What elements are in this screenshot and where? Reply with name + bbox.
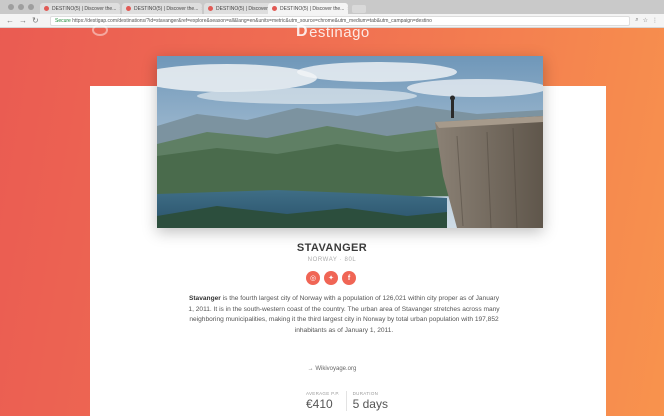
search-icon[interactable]: ⌕ [635,17,638,24]
site-logo[interactable]: D estinago [296,20,370,44]
social-share-buttons: ◎ ✦ f [306,271,356,285]
url-text: https://destigap.com/destinations/?id=st… [72,18,432,24]
menu-icon[interactable]: ⋮ [652,17,658,24]
wikivoyage-link[interactable]: → Wikivoyage.org [0,366,664,372]
close-tab-icon[interactable]: × [347,6,348,12]
destination-description: Stavanger is the fourth largest city of … [186,294,502,336]
maximize-window-icon[interactable] [28,4,34,10]
toolbar-icons: ⌕ ☆ ⋮ [635,17,658,24]
instagram-icon[interactable]: ◎ [306,271,320,285]
link-text: Wikivoyage.org [315,366,357,372]
browser-tab[interactable]: DESTINO(5) | Discover the... × [40,3,120,14]
description-city-name: Stavanger [188,295,221,302]
browser-tab-active[interactable]: DESTINO(5) | Discover the... × [268,3,348,14]
forward-icon[interactable]: → [19,16,27,25]
arrow-right-icon: → [307,366,314,372]
browser-tab[interactable]: DESTINO(5) | Discover the... × [122,3,202,14]
navigation-buttons: ← → ↻ [6,16,39,25]
facebook-icon[interactable]: f [342,271,356,285]
back-icon[interactable]: ← [6,16,14,25]
browser-tab-strip: DESTINO(5) | Discover the... × DESTINO(5… [0,0,664,14]
secure-badge: Secure [55,18,71,24]
favicon-icon [44,6,49,11]
search-icon[interactable] [92,24,108,36]
stat-label: AVERAGE P.P. [306,391,340,396]
fjord-landscape-image [157,56,543,228]
window-controls [8,4,34,10]
star-icon[interactable]: ☆ [643,17,648,24]
new-tab-button[interactable] [352,5,366,13]
close-tab-icon[interactable]: × [119,6,120,12]
minimize-window-icon[interactable] [18,4,24,10]
logo-mark: D [296,23,309,40]
destination-subtitle: NORWAY · 80L [307,257,357,263]
favicon-icon [126,6,131,11]
favicon-icon [208,6,213,11]
stat-value: 5 days [352,397,388,411]
close-window-icon[interactable] [8,4,14,10]
duration-stat: DURATION 5 days [345,391,394,411]
favicon-icon [272,6,277,11]
description-text: is the fourth largest city of Norway wit… [188,295,500,334]
trip-stats: AVERAGE P.P. €410 DURATION 5 days [300,391,394,411]
reload-icon[interactable]: ↻ [32,16,39,25]
stat-label: DURATION [352,391,379,396]
logo-text: estinago [309,23,370,41]
average-price-stat: AVERAGE P.P. €410 [300,391,346,411]
tab-title: DESTINO(5) | Discover the... [52,5,117,12]
destination-photo [157,56,543,228]
tab-title: DESTINO(5) | Discover the... [280,5,345,12]
twitter-icon[interactable]: ✦ [324,271,338,285]
destination-name: STAVANGER [296,242,368,254]
close-tab-icon[interactable]: × [201,6,202,12]
stat-value: €410 [306,397,333,411]
tab-title: DESTINO(5) | Discover the... [134,5,199,12]
